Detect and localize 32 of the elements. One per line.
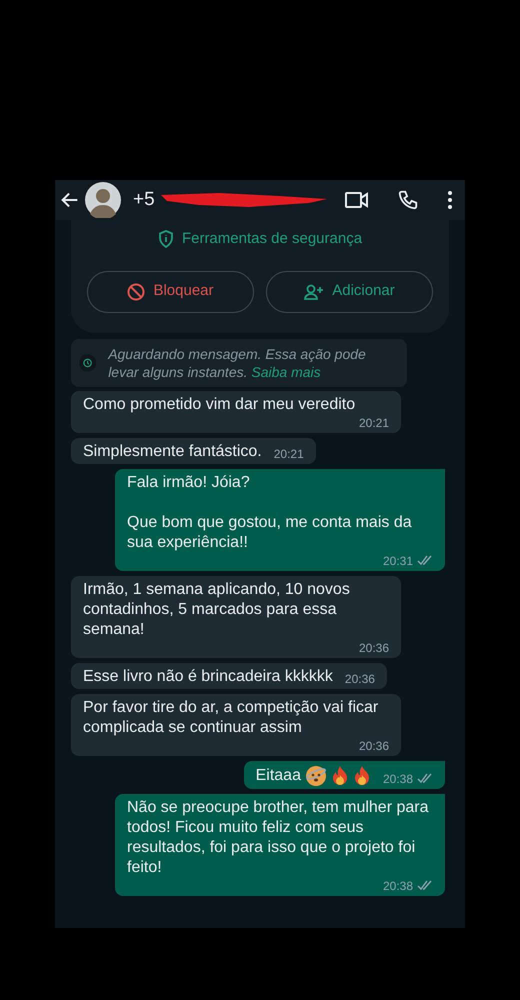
add-contact-icon [304, 284, 324, 300]
security-tools-link[interactable]: Ferramentas de segurança [182, 228, 362, 250]
incoming-message: Como prometido vim dar meu veredito 20:21 [71, 390, 401, 432]
message-time: 20:36 [358, 738, 389, 754]
incoming-message: Por favor tire do ar, a competição vai ficar complicada se continuar assim 20:36 [71, 694, 401, 756]
dizzy-face-emoji-icon [304, 764, 327, 786]
block-button[interactable]: Bloquear [87, 270, 254, 312]
fire-emoji-icon [352, 764, 371, 786]
message-time: 20:38 [382, 878, 413, 894]
incoming-message: Simplesmente fantástico. 20:21 [71, 438, 316, 464]
fire-emoji-icon [330, 764, 349, 786]
message-time: 20:38 [382, 770, 413, 786]
message-time: 20:21 [274, 446, 304, 462]
shield-icon [158, 230, 174, 248]
outgoing-message: Eitaaa 20:38 [244, 760, 445, 788]
outgoing-message: Fala irmão! Jóia? Que bom que gostou, me conta mais da sua experiência!! 20:31 [115, 468, 445, 570]
message-time: 20:21 [358, 414, 389, 430]
incoming-message: Irmão, 1 semana aplicando, 10 novos contadinhos, 5 marcados para essa semana! 20:36 [71, 576, 401, 658]
avatar[interactable] [85, 182, 121, 218]
video-call-icon[interactable] [345, 190, 369, 210]
add-button[interactable]: Adicionar [266, 270, 433, 312]
message-time: 20:36 [344, 670, 375, 686]
more-options-icon[interactable] [447, 190, 453, 210]
block-icon [127, 282, 146, 300]
message-time: 20:31 [382, 552, 413, 568]
contact-name: +5 [133, 188, 155, 212]
waiting-message-notice: Aguardando mensagem. Essa ação pode levar alguns instantes. Saiba mais [108, 344, 367, 380]
learn-more-link[interactable]: Saiba mais [251, 364, 321, 380]
message-time: 20:36 [358, 640, 389, 656]
outgoing-message: Não se preocupe brother, tem mulher para todos! Ficou muito feliz com seus resultados, foi para isso que o projeto foi feito! 20:38 [115, 794, 445, 896]
phone-icon[interactable] [397, 189, 419, 211]
incoming-message: Esse livro não é brincadeira kkkkkk 20:36 [71, 662, 387, 688]
